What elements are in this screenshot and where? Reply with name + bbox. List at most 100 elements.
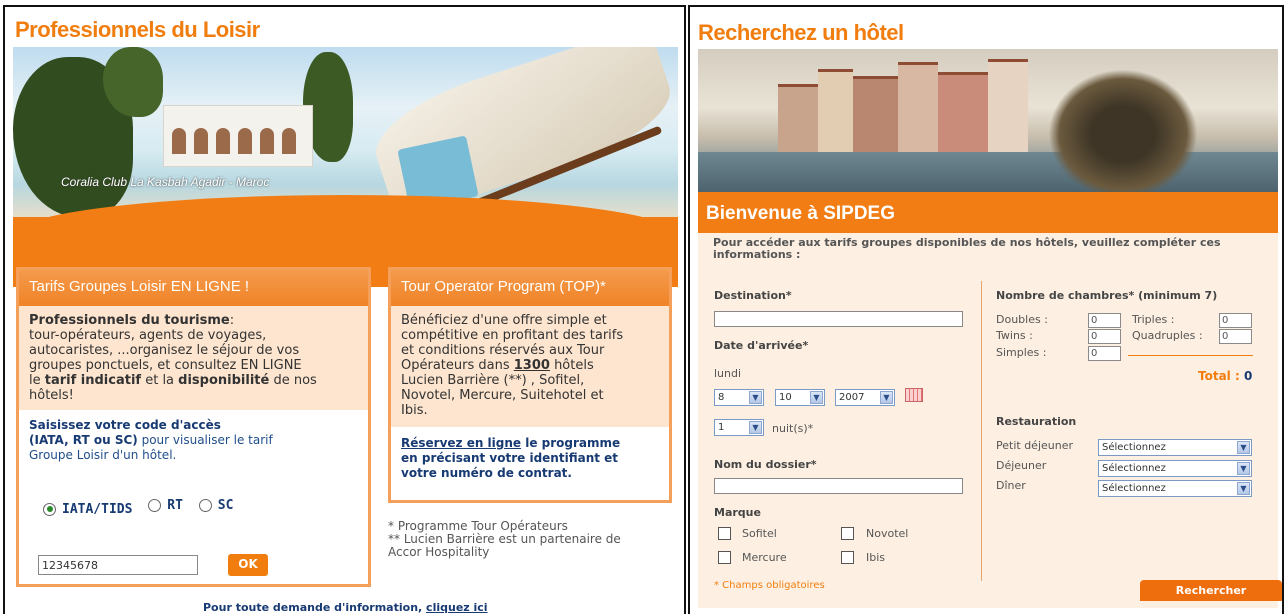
top-line: Lucien Barrière (**) , Sofitel, bbox=[401, 373, 585, 388]
dossier-input[interactable] bbox=[714, 478, 963, 494]
destination-label: Destination* bbox=[714, 289, 792, 302]
top-program-box: Tour Operator Program (TOP)* Bénéficiez … bbox=[388, 267, 672, 503]
intro-bold: Professionnels du tourisme bbox=[29, 313, 230, 328]
radio-label: IATA/TIDS bbox=[62, 501, 133, 517]
top-text: Opérateurs dans bbox=[401, 358, 514, 373]
radio-button[interactable] bbox=[43, 502, 56, 516]
top-line: Bénéficiez d'une offre simple et bbox=[401, 313, 607, 328]
select-value: Sélectionnez bbox=[1102, 483, 1166, 494]
brand-name: Mercure bbox=[742, 551, 787, 564]
footnotes: * Programme Tour Opérateurs ** Lucien Ba… bbox=[388, 520, 621, 559]
code-instr-bold: Saisissez votre code d'accès bbox=[29, 418, 221, 432]
twins-input[interactable]: 0 bbox=[1088, 329, 1121, 344]
contact-link[interactable]: cliquez ici bbox=[426, 601, 488, 614]
footer-text: Pour toute demande d'information, bbox=[203, 601, 427, 614]
right-panel: Recherchez un hôtel Bienvenue à SIPDEG P… bbox=[688, 5, 1284, 614]
footnote: Accor Hospitality bbox=[388, 545, 490, 559]
welcome-band: Bienvenue à SIPDEG bbox=[698, 192, 1278, 237]
intro-paragraph: Professionnels du tourisme: tour-opérate… bbox=[19, 306, 368, 410]
select-value: Sélectionnez bbox=[1102, 463, 1166, 474]
radio-rt[interactable]: RT bbox=[148, 498, 183, 513]
intro-text: et la bbox=[141, 373, 179, 388]
simples-label: Simples : bbox=[996, 346, 1047, 359]
quadruples-input[interactable]: 0 bbox=[1219, 329, 1252, 344]
hotel-count: 1300 bbox=[513, 358, 550, 373]
total-divider bbox=[1128, 355, 1253, 356]
top-cta-text: votre numéro de contrat. bbox=[401, 466, 572, 480]
chevron-down-icon: ▼ bbox=[1237, 482, 1250, 495]
year-value: 2007 bbox=[839, 392, 865, 403]
simples-input[interactable]: 0 bbox=[1088, 346, 1121, 361]
top-line: et conditions réservés aux Tour bbox=[401, 343, 605, 358]
lunch-select[interactable]: Sélectionnez ▼ bbox=[1098, 460, 1252, 477]
top-text: hôtels bbox=[549, 358, 594, 373]
doubles-input[interactable]: 0 bbox=[1088, 313, 1121, 328]
code-instructions: Saisissez votre code d'accès (IATA, RT o… bbox=[19, 410, 368, 471]
select-value: Sélectionnez bbox=[1102, 442, 1166, 453]
chevron-down-icon: ▼ bbox=[810, 391, 823, 404]
day-select[interactable]: 8 ▼ bbox=[714, 389, 764, 406]
radio-button[interactable] bbox=[148, 499, 162, 512]
restauration-label: Restauration bbox=[996, 415, 1077, 428]
search-button[interactable]: Rechercher bbox=[1140, 580, 1282, 601]
top-line: compétitive en profitant des tarifs bbox=[401, 328, 624, 343]
hero-image-venice bbox=[698, 49, 1278, 194]
year-select[interactable]: 2007 ▼ bbox=[835, 389, 895, 406]
day-value: 8 bbox=[718, 392, 725, 403]
breakfast-select[interactable]: Sélectionnez ▼ bbox=[1098, 439, 1252, 456]
box-header: Tarifs Groupes Loisir EN LIGNE ! bbox=[19, 270, 368, 306]
radio-sc[interactable]: SC bbox=[198, 498, 234, 513]
welcome-title: Bienvenue à SIPDEG bbox=[706, 203, 896, 224]
code-instr-bold: (IATA, RT ou SC) bbox=[29, 433, 138, 447]
top-cta: Réservez en ligne le programme en précis… bbox=[391, 427, 669, 490]
info-footer: Pour toute demande d'information, clique… bbox=[203, 601, 488, 614]
reserve-online-link[interactable]: Réservez en ligne bbox=[401, 436, 521, 450]
intro-line: hôtels! bbox=[29, 388, 74, 403]
chevron-down-icon: ▼ bbox=[749, 421, 762, 434]
meal-label: Dîner bbox=[996, 479, 1026, 492]
brand-name: Sofitel bbox=[742, 527, 777, 540]
meal-label: Petit déjeuner bbox=[996, 439, 1073, 452]
hero-image-kasbah: Coralia Club La Kasbah Agadir - Maroc bbox=[13, 47, 678, 219]
calendar-icon[interactable] bbox=[905, 388, 923, 402]
intro-bold: disponibilité bbox=[178, 373, 270, 388]
dinner-select[interactable]: Sélectionnez ▼ bbox=[1098, 480, 1252, 497]
radio-label: SC bbox=[217, 498, 234, 513]
triples-input[interactable]: 0 bbox=[1219, 313, 1252, 328]
code-instr-text: Groupe Loisir d'un hôtel. bbox=[29, 448, 177, 462]
top-line: Novotel, Mercure, Suitehotel et bbox=[401, 388, 604, 403]
total-label: Total : bbox=[1198, 369, 1244, 383]
intro-line: groupes ponctuels, et consultez EN LIGNE bbox=[29, 358, 302, 373]
chevron-down-icon: ▼ bbox=[1237, 462, 1250, 475]
total-display: Total : 0 bbox=[1198, 369, 1252, 383]
chevron-down-icon: ▼ bbox=[749, 391, 762, 404]
brand-name: Novotel bbox=[866, 527, 909, 540]
novotel-checkbox[interactable] bbox=[841, 527, 854, 540]
quadruples-label: Quadruples : bbox=[1132, 329, 1203, 342]
month-select[interactable]: 10 ▼ bbox=[775, 389, 825, 406]
access-code-input[interactable] bbox=[38, 555, 198, 575]
column-divider bbox=[981, 281, 982, 581]
brand-name: Ibis bbox=[866, 551, 886, 564]
left-panel: Professionnels du Loisir Coralia Club La… bbox=[3, 5, 686, 614]
left-title: Professionnels du Loisir bbox=[15, 17, 260, 42]
ok-button[interactable]: OK bbox=[228, 554, 268, 576]
arrival-date-label: Date d'arrivée* bbox=[714, 339, 809, 352]
top-cta-text: le programme bbox=[521, 436, 621, 450]
top-description: Bénéficiez d'une offre simple et compéti… bbox=[391, 306, 669, 427]
top-line: Ibis. bbox=[401, 403, 428, 418]
radio-button[interactable] bbox=[198, 499, 212, 512]
code-type-radios: IATA/TIDS RT SC bbox=[43, 498, 245, 517]
doubles-label: Doubles : bbox=[996, 313, 1048, 326]
nights-select[interactable]: 1 ▼ bbox=[714, 419, 764, 436]
form-intro: Pour accéder aux tarifs groupes disponib… bbox=[713, 236, 1221, 261]
mercure-checkbox[interactable] bbox=[718, 551, 731, 564]
ibis-checkbox[interactable] bbox=[841, 551, 854, 564]
required-note: * Champs obligatoires bbox=[714, 580, 825, 591]
intro-text: de nos bbox=[269, 373, 317, 388]
brand-label: Marque bbox=[714, 506, 761, 519]
sofitel-checkbox[interactable] bbox=[718, 527, 731, 540]
top-cta-text: en précisant votre identifiant et bbox=[401, 451, 619, 465]
radio-iata[interactable]: IATA/TIDS bbox=[43, 502, 132, 517]
destination-input[interactable] bbox=[714, 311, 963, 327]
